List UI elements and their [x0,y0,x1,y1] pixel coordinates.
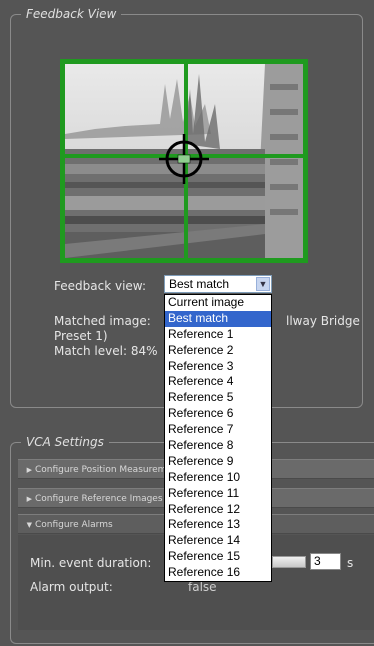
dropdown-option[interactable]: Best match [165,310,271,327]
triangle-right-icon: ▶ [26,495,32,503]
dropdown-option[interactable]: Reference 6 [165,406,271,422]
dropdown-option[interactable]: Current image [165,295,271,311]
accordion-label: Configure Alarms [35,520,113,530]
accordion-label: Configure Position Measurement [35,465,182,475]
chevron-down-icon[interactable]: ▼ [256,277,270,291]
duration-unit: s [347,556,354,570]
dropdown-option[interactable]: Reference 2 [165,343,271,359]
matched-image-preset: Preset 1) [54,329,108,343]
accordion-label: Configure Reference Images [35,494,163,504]
crosshair-target-icon [159,134,209,184]
dropdown-option[interactable]: Reference 12 [165,502,271,518]
matched-image-value: llway Bridge [286,314,360,328]
triangle-down-icon: ▼ [26,521,32,529]
dropdown-option[interactable]: Reference 1 [165,327,271,343]
feedback-view-select-value: Best match [169,277,230,291]
dropdown-option[interactable]: Reference 8 [165,438,271,454]
dropdown-option[interactable]: Reference 4 [165,374,271,390]
vca-settings-legend: VCA Settings [21,434,109,450]
dropdown-option[interactable]: Reference 10 [165,470,271,486]
min-event-duration-label: Min. event duration: [30,556,152,570]
duration-slider[interactable] [272,556,306,568]
feedback-view-legend: Feedback View [21,6,122,22]
dropdown-option[interactable]: Reference 15 [165,549,271,565]
dropdown-option[interactable]: Reference 11 [165,486,271,502]
feedback-view-dropdown-list[interactable]: Current image Best match Reference 1 Refere… [164,294,272,583]
alarm-output-value: false [188,580,217,594]
alarm-output-label: Alarm output: [30,580,113,594]
dropdown-option[interactable]: Reference 7 [165,422,271,438]
feedback-view-select[interactable]: Best match ▼ [164,275,272,293]
match-level-label: Match level: 84% [54,344,158,358]
duration-input[interactable]: 3 [310,553,341,570]
dropdown-option[interactable]: Reference 16 [165,565,271,581]
dropdown-option[interactable]: Reference 9 [165,454,271,470]
dropdown-option[interactable]: Reference 13 [165,517,271,533]
dropdown-option[interactable]: Reference 5 [165,390,271,406]
dropdown-option[interactable]: Reference 3 [165,359,271,375]
dropdown-option[interactable]: Reference 14 [165,533,271,549]
triangle-right-icon: ▶ [26,466,32,474]
feedback-view-label: Feedback view: [54,279,146,293]
matched-image-label: Matched image: [54,314,151,328]
